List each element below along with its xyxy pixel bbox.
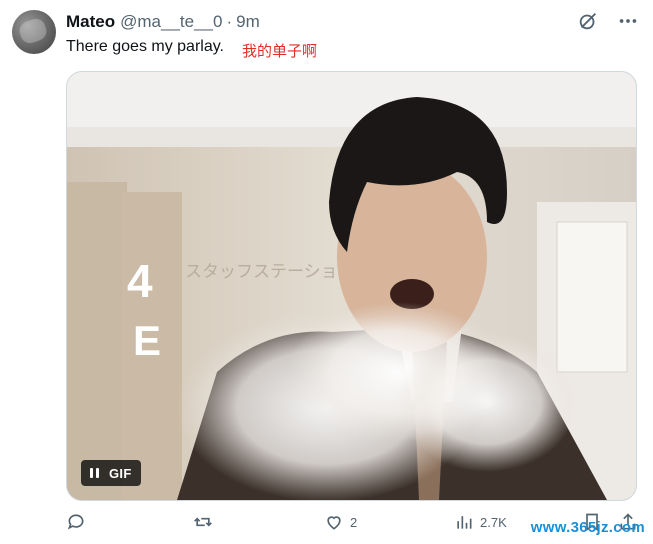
- grok-icon[interactable]: [577, 10, 599, 37]
- reply-icon: [67, 514, 84, 530]
- retweet-button[interactable]: [193, 512, 219, 532]
- user-handle[interactable]: @ma__te__0: [120, 12, 222, 32]
- signage-number: 4: [127, 255, 153, 307]
- avatar[interactable]: [12, 10, 56, 54]
- signage-jp: スタッフステーショ: [185, 262, 338, 282]
- heart-icon: [327, 516, 341, 530]
- gif-frame: 4 E スタッフステーショ: [67, 72, 636, 500]
- reply-button[interactable]: [66, 512, 92, 532]
- separator: ·: [226, 12, 233, 31]
- watermark: www.365jz.com: [530, 519, 645, 536]
- pause-icon[interactable]: [90, 468, 99, 478]
- gif-badge: GIF: [109, 465, 132, 481]
- header-actions: [577, 10, 639, 37]
- display-name[interactable]: Mateo: [66, 12, 115, 32]
- retweet-icon: [194, 517, 212, 527]
- timestamp[interactable]: 9m: [236, 12, 260, 32]
- like-button[interactable]: 2: [324, 512, 357, 532]
- views-count: 2.7K: [480, 514, 507, 530]
- like-count: 2: [350, 514, 358, 530]
- more-options-icon[interactable]: [617, 10, 639, 37]
- gif-media[interactable]: 4 E スタッフステーショ GIF: [66, 71, 637, 501]
- gif-control[interactable]: GIF: [81, 460, 141, 486]
- tweet-text: There goes my parlay.: [66, 38, 224, 55]
- annotation-text: 我的单子啊: [242, 42, 318, 60]
- tweet-header: Mateo @ma__te__0 · 9m: [66, 12, 260, 32]
- views-button[interactable]: 2.7K: [454, 512, 507, 532]
- signage-letter: E: [133, 317, 161, 364]
- views-icon: [457, 516, 472, 529]
